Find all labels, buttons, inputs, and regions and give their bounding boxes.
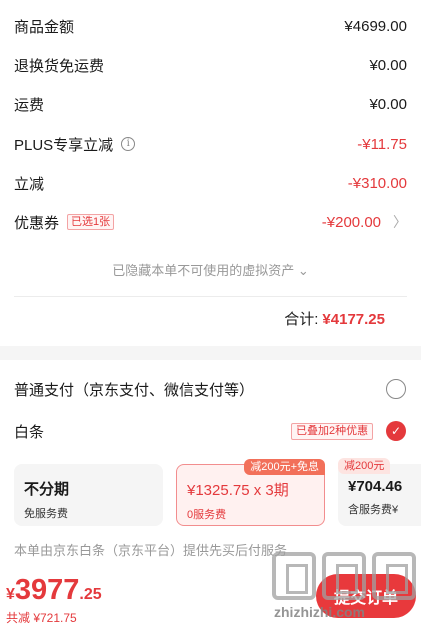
submit-order-button[interactable]: 提交订单 [316, 574, 416, 618]
plan-card-partial[interactable]: 减200元 ¥704.46 含服务费¥ [338, 458, 421, 526]
plan-sub: 免服务费 [24, 508, 68, 520]
price-decimal: .25 [79, 586, 102, 603]
chevron-right-icon[interactable]: 〉 [393, 212, 407, 232]
divider [14, 296, 407, 297]
instant-discount-value: -¥310.00 [347, 174, 407, 192]
coupon-value: -¥200.00 [321, 213, 381, 231]
instant-discount-label: 立减 [14, 175, 45, 193]
coupon-label: 优惠券 [14, 214, 60, 232]
plan-card-no-installment[interactable]: 不分期 免服务费 [14, 464, 163, 526]
hidden-assets-toggle[interactable]: 已隐藏本单不可使用的虚拟资产 ⌄ [0, 260, 421, 279]
goods-amount-label: 商品金额 [14, 18, 75, 36]
row-plus-discount: PLUS专享立减 i -¥11.75 [14, 132, 407, 156]
row-return-shipping: 退换货免运费 ¥0.00 [14, 53, 407, 77]
baitiao-label: 白条 [14, 423, 45, 441]
normal-payment-label: 普通支付（京东支付、微信支付等） [14, 381, 255, 399]
shipping-label: 运费 [14, 96, 45, 114]
goods-amount-value: ¥4699.00 [344, 17, 407, 35]
plus-discount-value: -¥11.75 [357, 135, 407, 153]
total-saved: 共减 ¥721.75 [6, 611, 77, 625]
baitiao-promo-tag: 已叠加2种优惠 [291, 423, 374, 440]
row-shipping: 运费 ¥0.00 [14, 92, 407, 116]
row-coupon[interactable]: 优惠券 已选1张 -¥200.00 〉 [14, 210, 407, 234]
price-currency: ¥ [6, 586, 15, 603]
row-goods-amount: 商品金额 ¥4699.00 [14, 14, 407, 38]
total: 合计: ¥4177.25 [284, 308, 385, 329]
total-amount: ¥4177.25 [322, 311, 385, 328]
coupon-selected-tag: 已选1张 [67, 214, 115, 230]
plan-badge: 减200元+免息 [244, 459, 325, 475]
plus-discount-label: PLUS专享立减 [14, 136, 114, 154]
hidden-assets-note: 已隐藏本单不可使用的虚拟资产 [112, 263, 295, 278]
normal-payment-radio[interactable] [386, 379, 406, 399]
baitiao-radio-checked-icon[interactable]: ✓ [386, 421, 406, 441]
section-gap [0, 346, 421, 360]
plan-sub: 含服务费¥ [348, 504, 399, 516]
payment-option-normal[interactable]: 普通支付（京东支付、微信支付等） [14, 377, 407, 401]
plan-badge: 减200元 [338, 458, 391, 474]
service-note: 本单由京东白条（京东平台）提供先买后付服务 [14, 543, 288, 558]
plan-card-3-installments[interactable]: 减200元+免息 ¥1325.75 x 3期 0服务费 [176, 459, 325, 526]
chevron-down-icon: ⌄ [297, 263, 309, 278]
row-instant-discount: 立减 -¥310.00 [14, 171, 407, 195]
plan-main: 不分期 [24, 481, 70, 498]
return-shipping-label: 退换货免运费 [14, 57, 105, 75]
plan-main: ¥704.46 [348, 478, 403, 495]
plan-sub: 0服务费 [187, 509, 227, 521]
info-icon[interactable]: i [121, 137, 136, 151]
total-label: 合计: [284, 311, 319, 328]
shipping-value: ¥0.00 [369, 95, 407, 113]
return-shipping-value: ¥0.00 [369, 56, 407, 74]
pay-price: ¥ 3977 .25 [6, 574, 102, 607]
plan-main: ¥1325.75 x 3期 [187, 482, 289, 499]
price-integer: 3977 [14, 574, 80, 606]
